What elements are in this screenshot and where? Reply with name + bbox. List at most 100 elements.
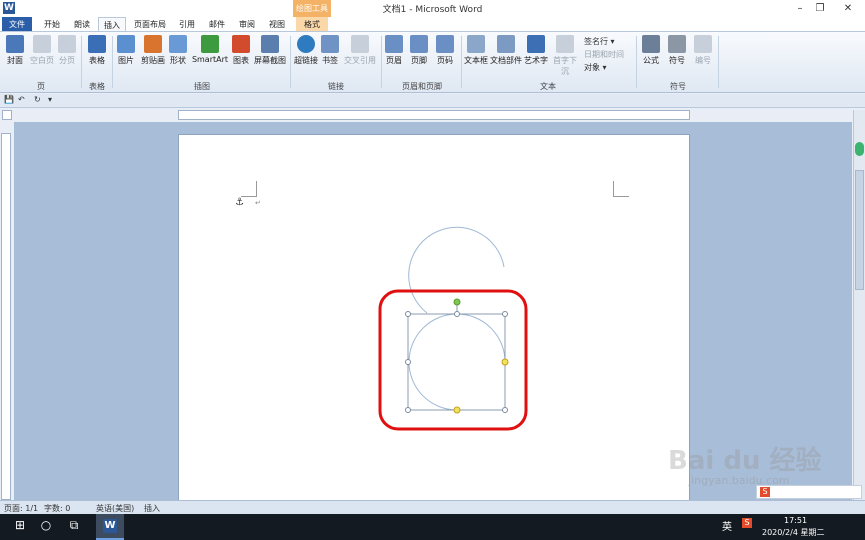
picture-button[interactable]: 图片 — [116, 35, 136, 66]
drop-cap-button[interactable]: 首字下沉 — [550, 35, 580, 77]
tab-references[interactable]: 引用 — [174, 17, 200, 32]
clip-art-button[interactable]: 剪贴画 — [139, 35, 167, 66]
word-taskbar-button[interactable]: W — [96, 514, 124, 540]
vertical-scrollbar[interactable] — [853, 110, 865, 500]
resize-handle[interactable] — [405, 407, 411, 413]
blank-page-button[interactable]: 空白页 — [28, 35, 56, 66]
tab-view[interactable]: 视图 — [264, 17, 290, 32]
bookmark-button[interactable]: 书签 — [320, 35, 340, 66]
footer-button[interactable]: 页脚 — [409, 35, 429, 66]
word-count[interactable]: 字数: 0 — [44, 503, 70, 514]
numbering-icon — [694, 35, 712, 53]
adjust-handle[interactable] — [501, 358, 509, 366]
save-icon[interactable]: 💾 — [4, 95, 14, 104]
page-number-icon — [436, 35, 454, 53]
baidu-watermark: Bai du 经验 — [668, 446, 822, 476]
selected-arc-shape[interactable] — [408, 313, 506, 411]
resize-handle[interactable] — [502, 311, 508, 317]
equation-button[interactable]: 公式 — [640, 35, 662, 66]
ime-toolbar[interactable]: S — [756, 485, 862, 499]
search-icon[interactable]: ○ — [38, 518, 54, 532]
shapes-icon — [169, 35, 187, 53]
wordart-icon — [527, 35, 545, 53]
tab-format[interactable]: 格式 — [296, 17, 328, 32]
signature-line-button[interactable]: 签名行 ▾ — [584, 36, 615, 47]
tab-page-layout[interactable]: 页面布局 — [130, 17, 170, 32]
sogou-icon[interactable]: S — [760, 487, 770, 497]
group-divider — [718, 36, 719, 88]
quick-parts-button[interactable]: 文档部件 — [490, 35, 522, 66]
picture-icon — [117, 35, 135, 53]
table-button[interactable]: 表格 — [86, 35, 108, 66]
tab-read-aloud[interactable]: 朗读 — [68, 17, 96, 32]
resize-handle[interactable] — [405, 359, 411, 365]
numbering-button[interactable]: 编号 — [692, 35, 714, 66]
screenshot-button[interactable]: 屏幕截图 — [253, 35, 287, 66]
smartart-icon — [201, 35, 219, 53]
object-button[interactable]: 对象 ▾ — [584, 62, 607, 73]
cross-reference-button[interactable]: 交叉引用 — [342, 35, 378, 66]
page-break-icon — [58, 35, 76, 53]
table-icon — [88, 35, 106, 53]
side-float-button[interactable] — [855, 142, 864, 156]
blank-page-icon — [33, 35, 51, 53]
chart-icon — [232, 35, 250, 53]
insert-mode-indicator[interactable]: 插入 — [144, 503, 160, 514]
close-button[interactable]: ✕ — [838, 2, 858, 15]
tab-insert[interactable]: 插入 — [98, 17, 126, 32]
group-divider — [112, 36, 113, 88]
cover-page-icon — [6, 35, 24, 53]
sogou-tray-icon[interactable]: S — [742, 518, 752, 528]
start-icon[interactable]: ⊞ — [12, 518, 28, 532]
resize-handle[interactable] — [454, 311, 460, 317]
window-title: 文档1 - Microsoft Word — [382, 5, 483, 15]
symbol-button[interactable]: 符号 — [666, 35, 688, 66]
tab-mailings[interactable]: 邮件 — [204, 17, 230, 32]
text-box-button[interactable]: 文本框 — [463, 35, 489, 66]
clock-date[interactable]: 2020/2/4 星期二 — [762, 527, 824, 538]
quick-parts-icon — [497, 35, 515, 53]
cover-page-button[interactable]: 封面 — [4, 35, 26, 66]
language-indicator[interactable]: 英语(美国) — [96, 503, 134, 514]
drawing-tools-header: 绘图工具 — [293, 0, 331, 17]
undo-icon[interactable]: ↶ — [18, 95, 25, 104]
maximize-button[interactable]: ❐ — [810, 2, 830, 15]
header-button[interactable]: 页眉 — [384, 35, 404, 66]
page-break-button[interactable]: 分页 — [57, 35, 77, 66]
omega-icon — [668, 35, 686, 53]
tab-file[interactable]: 文件 — [2, 17, 32, 32]
smartart-button[interactable]: SmartArt — [191, 35, 229, 64]
quick-access-toolbar: 💾 ↶ ↻ ▾ — [0, 94, 865, 108]
task-view-icon[interactable]: ⧉ — [66, 518, 82, 533]
shapes-button[interactable]: 形状 — [168, 35, 188, 66]
date-time-button[interactable]: 日期和时间 — [584, 49, 624, 60]
screenshot-icon — [261, 35, 279, 53]
vertical-ruler[interactable] — [1, 133, 11, 500]
tab-home[interactable]: 开始 — [38, 17, 66, 32]
header-icon — [385, 35, 403, 53]
page-number-button[interactable]: 页码 — [435, 35, 455, 66]
hyperlink-button[interactable]: 超链接 — [293, 35, 319, 66]
page-count[interactable]: 页面: 1/1 — [4, 503, 38, 514]
text-box-icon — [467, 35, 485, 53]
customize-qat-icon[interactable]: ▾ — [48, 95, 52, 104]
adjust-handle[interactable] — [453, 406, 461, 414]
ruler-toggle[interactable] — [2, 110, 12, 120]
ribbon-tab-row: 文件 开始 朗读 插入 页面布局 引用 邮件 审阅 视图 格式 — [0, 17, 865, 32]
scrollbar-thumb[interactable] — [855, 170, 864, 290]
word-app-icon: W — [103, 519, 117, 533]
horizontal-ruler[interactable] — [178, 110, 690, 120]
document-page[interactable]: ⚓ ↵ — [178, 134, 690, 504]
clock-time[interactable]: 17:51 — [784, 516, 807, 525]
minimize-button[interactable]: – — [790, 2, 810, 15]
rotation-handle[interactable] — [453, 298, 461, 306]
redo-icon[interactable]: ↻ — [34, 95, 41, 104]
wordart-button[interactable]: 艺术字 — [523, 35, 549, 66]
group-label-symbols: 符号 — [670, 82, 686, 91]
chart-button[interactable]: 图表 — [231, 35, 251, 66]
ime-language-indicator[interactable]: 英 — [722, 518, 732, 533]
resize-handle[interactable] — [502, 407, 508, 413]
resize-handle[interactable] — [405, 311, 411, 317]
tab-review[interactable]: 审阅 — [234, 17, 260, 32]
footer-icon — [410, 35, 428, 53]
